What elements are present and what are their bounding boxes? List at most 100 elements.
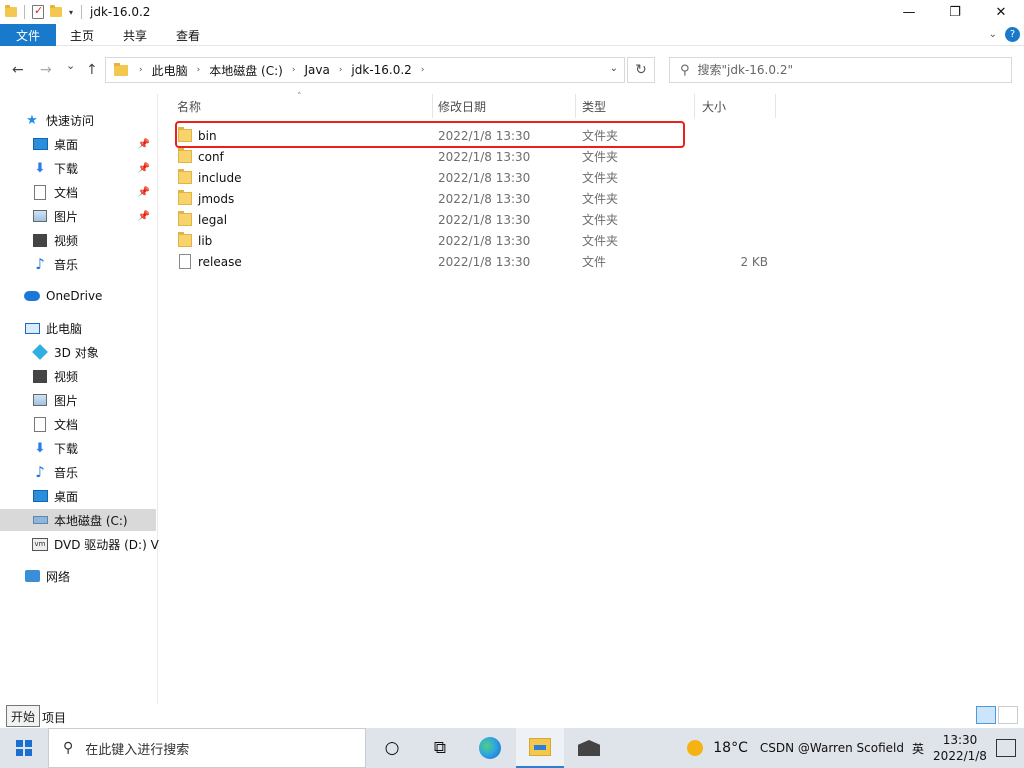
new-folder-icon[interactable] (50, 5, 62, 17)
address-dropdown-chevron-icon[interactable]: ⌄ (610, 63, 618, 74)
refresh-button[interactable]: ↻ (627, 57, 655, 83)
nav-pc-3d-objects[interactable]: 3D 对象 (32, 341, 99, 363)
file-row-release[interactable]: release 2022/1/8 13:30 文件 2 KB (160, 251, 1024, 272)
up-button[interactable]: ↑ (86, 62, 98, 78)
breadcrumb-separator[interactable]: › (421, 65, 425, 75)
taskbar-edge[interactable] (466, 728, 514, 768)
expand-ribbon-chevron-icon[interactable]: ⌄ (989, 29, 997, 40)
music-icon: ♪ (35, 463, 45, 481)
column-header-date[interactable]: 修改日期 (438, 94, 576, 118)
nav-pc-local-disk[interactable]: 本地磁盘 (C:) (0, 509, 156, 531)
file-name: include (198, 170, 242, 185)
file-row-include[interactable]: include 2022/1/8 13:30 文件夹 (160, 167, 1024, 188)
forward-button[interactable]: → (40, 62, 52, 78)
desktop-icon (32, 138, 48, 150)
taskbar-file-explorer[interactable] (516, 728, 564, 768)
minimize-button[interactable]: — (886, 0, 932, 24)
cortana-button[interactable]: ○ (368, 728, 416, 768)
breadcrumb-separator[interactable]: › (292, 65, 296, 75)
videos-icon (33, 369, 47, 383)
breadcrumb-separator[interactable]: › (139, 65, 143, 75)
nav-pc-dvd-drive[interactable]: vm DVD 驱动器 (D:) V (32, 533, 159, 555)
help-icon[interactable]: ? (1005, 27, 1020, 42)
breadcrumb-local-disk[interactable]: 本地磁盘 (C:) (209, 62, 283, 79)
nav-pc-pictures[interactable]: 图片 (32, 389, 78, 411)
large-icons-view-button[interactable] (998, 706, 1018, 724)
breadcrumb-jdk[interactable]: jdk-16.0.2 (351, 63, 411, 77)
tab-view[interactable]: 查看 (176, 24, 200, 46)
recent-locations-chevron-icon[interactable]: ⌄ (66, 59, 75, 72)
column-divider[interactable] (432, 94, 433, 118)
weather-sun-icon[interactable] (687, 740, 704, 756)
ribbon-tabs: 文件 主页 共享 查看 ⌄ ? (0, 24, 1024, 46)
nav-item-label: 快速访问 (46, 113, 95, 128)
properties-icon[interactable] (32, 4, 44, 19)
file-size (700, 230, 768, 251)
nav-quick-pictures[interactable]: 图片 📌 (32, 205, 158, 227)
file-row-bin[interactable]: bin 2022/1/8 13:30 文件夹 (160, 125, 1024, 146)
address-bar[interactable]: › 此电脑 › 本地磁盘 (C:) › Java › jdk-16.0.2 › … (105, 57, 625, 83)
details-view-button[interactable] (976, 706, 996, 724)
search-input[interactable] (697, 63, 978, 77)
pin-icon[interactable]: 📌 (138, 163, 150, 174)
file-name: release (198, 254, 242, 269)
nav-pc-documents[interactable]: 文档 (32, 413, 78, 435)
pin-icon[interactable]: 📌 (138, 139, 150, 150)
taskbar-search-box[interactable]: ⚲ 在此键入进行搜索 (48, 728, 366, 768)
file-size (700, 125, 768, 146)
nav-pc-desktop[interactable]: 桌面 (32, 485, 78, 507)
nav-quick-videos[interactable]: 视频 (32, 229, 78, 251)
nav-pc-music[interactable]: ♪ 音乐 (32, 461, 78, 483)
pin-icon[interactable]: 📌 (138, 187, 150, 198)
breadcrumb-separator[interactable]: › (197, 65, 201, 75)
nav-quick-downloads[interactable]: ⬇ 下载 📌 (32, 157, 158, 179)
file-row-legal[interactable]: legal 2022/1/8 13:30 文件夹 (160, 209, 1024, 230)
file-row-jmods[interactable]: jmods 2022/1/8 13:30 文件夹 (160, 188, 1024, 209)
search-box[interactable]: ⚲ (669, 57, 1012, 83)
nav-network[interactable]: 网络 (24, 565, 70, 587)
breadcrumb-this-pc[interactable]: 此电脑 (152, 62, 188, 79)
file-row-conf[interactable]: conf 2022/1/8 13:30 文件夹 (160, 146, 1024, 167)
folder-icon (114, 62, 128, 76)
nav-quick-music[interactable]: ♪ 音乐 (32, 253, 78, 275)
folder-icon[interactable] (5, 5, 17, 17)
taskbar-mail[interactable] (565, 728, 613, 768)
clock[interactable]: 13:30 2022/1/8 (928, 732, 992, 764)
nav-quick-access[interactable]: ★ 快速访问 (24, 109, 94, 131)
maximize-button[interactable]: ❐ (932, 0, 978, 24)
tab-share[interactable]: 共享 (123, 24, 147, 46)
nav-onedrive[interactable]: OneDrive (24, 285, 102, 307)
task-view-button[interactable]: ⧉ (416, 728, 464, 768)
weather-temperature[interactable]: 18°C (713, 740, 748, 756)
close-button[interactable]: ✕ (978, 0, 1024, 24)
nav-item-label: 文档 (54, 417, 79, 432)
tab-file[interactable]: 文件 (0, 24, 56, 46)
notification-icon[interactable] (996, 739, 1016, 757)
nav-item-label: 视频 (54, 233, 79, 248)
folder-icon (178, 211, 192, 226)
taskbar-search-placeholder: 在此键入进行搜索 (85, 742, 190, 758)
nav-quick-documents[interactable]: 文档 📌 (32, 181, 158, 203)
breadcrumb-separator[interactable]: › (339, 65, 343, 75)
column-divider[interactable] (575, 94, 576, 118)
nav-pc-videos[interactable]: 视频 (32, 365, 78, 387)
file-row-lib[interactable]: lib 2022/1/8 13:30 文件夹 (160, 230, 1024, 251)
input-language[interactable]: 英 (912, 740, 924, 757)
column-header-type[interactable]: 类型 (582, 94, 694, 118)
start-tooltip: 开始 (6, 705, 41, 727)
breadcrumb-java[interactable]: Java (304, 63, 329, 77)
column-divider[interactable] (694, 94, 695, 118)
column-header-size[interactable]: 大小 (702, 94, 774, 118)
nav-quick-desktop[interactable]: 桌面 📌 (32, 133, 158, 155)
file-name: bin (198, 128, 217, 143)
file-type: 文件夹 (582, 171, 619, 185)
column-divider[interactable] (775, 94, 776, 118)
back-button[interactable]: ← (12, 62, 24, 78)
start-button[interactable] (0, 728, 48, 768)
nav-pc-downloads[interactable]: ⬇ 下载 (32, 437, 78, 459)
column-header-name[interactable]: 名称 (177, 94, 432, 118)
tab-home[interactable]: 主页 (70, 24, 94, 46)
pin-icon[interactable]: 📌 (138, 211, 150, 222)
nav-this-pc[interactable]: 此电脑 (24, 317, 82, 339)
customize-toolbar-chevron-icon[interactable]: ▾ (69, 8, 73, 17)
